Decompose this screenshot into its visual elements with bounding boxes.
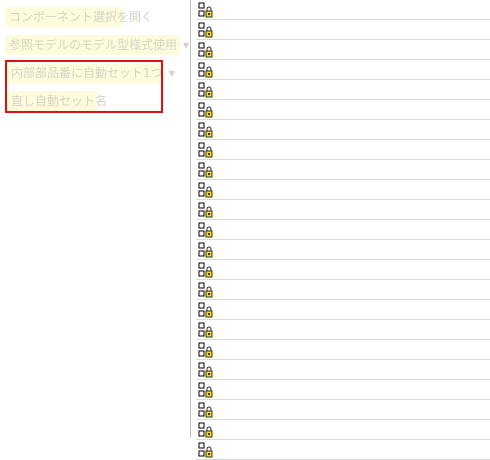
component-lock-icon [198, 102, 213, 118]
list-item[interactable] [196, 340, 490, 360]
component-lock-icon [198, 242, 213, 258]
reference-model-mode-label: 参照モデルのモデル型様式使用 [9, 38, 178, 52]
component-lock-icon [198, 182, 213, 198]
list-item[interactable] [196, 100, 490, 120]
panel-divider [190, 0, 191, 438]
list-item[interactable] [196, 320, 490, 340]
list-item[interactable] [196, 420, 490, 440]
component-lock-icon [198, 22, 213, 38]
list-item[interactable] [196, 280, 490, 300]
list-item[interactable] [196, 440, 490, 460]
list-item[interactable] [196, 20, 490, 40]
component-lock-icon [198, 442, 213, 458]
component-lock-icon [198, 422, 213, 438]
list-item[interactable] [196, 120, 490, 140]
component-lock-icon [198, 162, 213, 178]
list-item[interactable] [196, 260, 490, 280]
component-lock-icon [198, 222, 213, 238]
component-lock-icon [198, 342, 213, 358]
list-item[interactable] [196, 160, 490, 180]
component-lock-icon [198, 282, 213, 298]
open-component-selection-button[interactable]: コンポーネント選択を開く [5, 7, 153, 27]
component-lock-icon [198, 62, 213, 78]
list-item[interactable] [196, 40, 490, 60]
component-lock-icon [198, 202, 213, 218]
inner-parts-auto-set-label: 内部部品番に自動セット1つ [11, 66, 163, 80]
list-item[interactable] [196, 220, 490, 240]
component-lock-icon [198, 142, 213, 158]
open-component-selection-label: コンポーネント選択を開く [9, 10, 154, 24]
rename-auto-set-button[interactable]: 直し自動セット名 [7, 91, 107, 111]
rename-auto-set-label: 直し自動セット名 [11, 94, 108, 108]
list-item[interactable] [196, 0, 490, 20]
component-lock-icon [198, 322, 213, 338]
list-item[interactable] [196, 360, 490, 380]
toolbar-panel: コンポーネント選択を開く 参照モデルのモデル型様式使用 ▼ 内部部品番に自動セット… [0, 0, 190, 438]
list-item[interactable] [196, 400, 490, 420]
list-item[interactable] [196, 140, 490, 160]
chevron-down-icon: ▼ [183, 40, 190, 50]
component-lock-icon [198, 402, 213, 418]
component-lock-icon [198, 362, 213, 378]
list-item[interactable] [196, 380, 490, 400]
component-lock-icon [198, 262, 213, 278]
list-item[interactable] [196, 180, 490, 200]
list-item[interactable] [196, 240, 490, 260]
list-item[interactable] [196, 80, 490, 100]
list-item[interactable] [196, 200, 490, 220]
component-lock-icon [198, 302, 213, 318]
component-lock-icon [198, 2, 213, 18]
inner-parts-auto-set-dropdown[interactable]: 内部部品番に自動セット1つ ▼ [7, 63, 175, 83]
component-lock-icon [198, 82, 213, 98]
component-lock-icon [198, 42, 213, 58]
list-item[interactable] [196, 300, 490, 320]
component-lock-icon [198, 382, 213, 398]
chevron-down-icon: ▼ [168, 68, 175, 78]
component-list [196, 0, 490, 460]
reference-model-mode-dropdown[interactable]: 参照モデルのモデル型様式使用 ▼ [5, 35, 189, 55]
component-lock-icon [198, 122, 213, 138]
list-item[interactable] [196, 60, 490, 80]
